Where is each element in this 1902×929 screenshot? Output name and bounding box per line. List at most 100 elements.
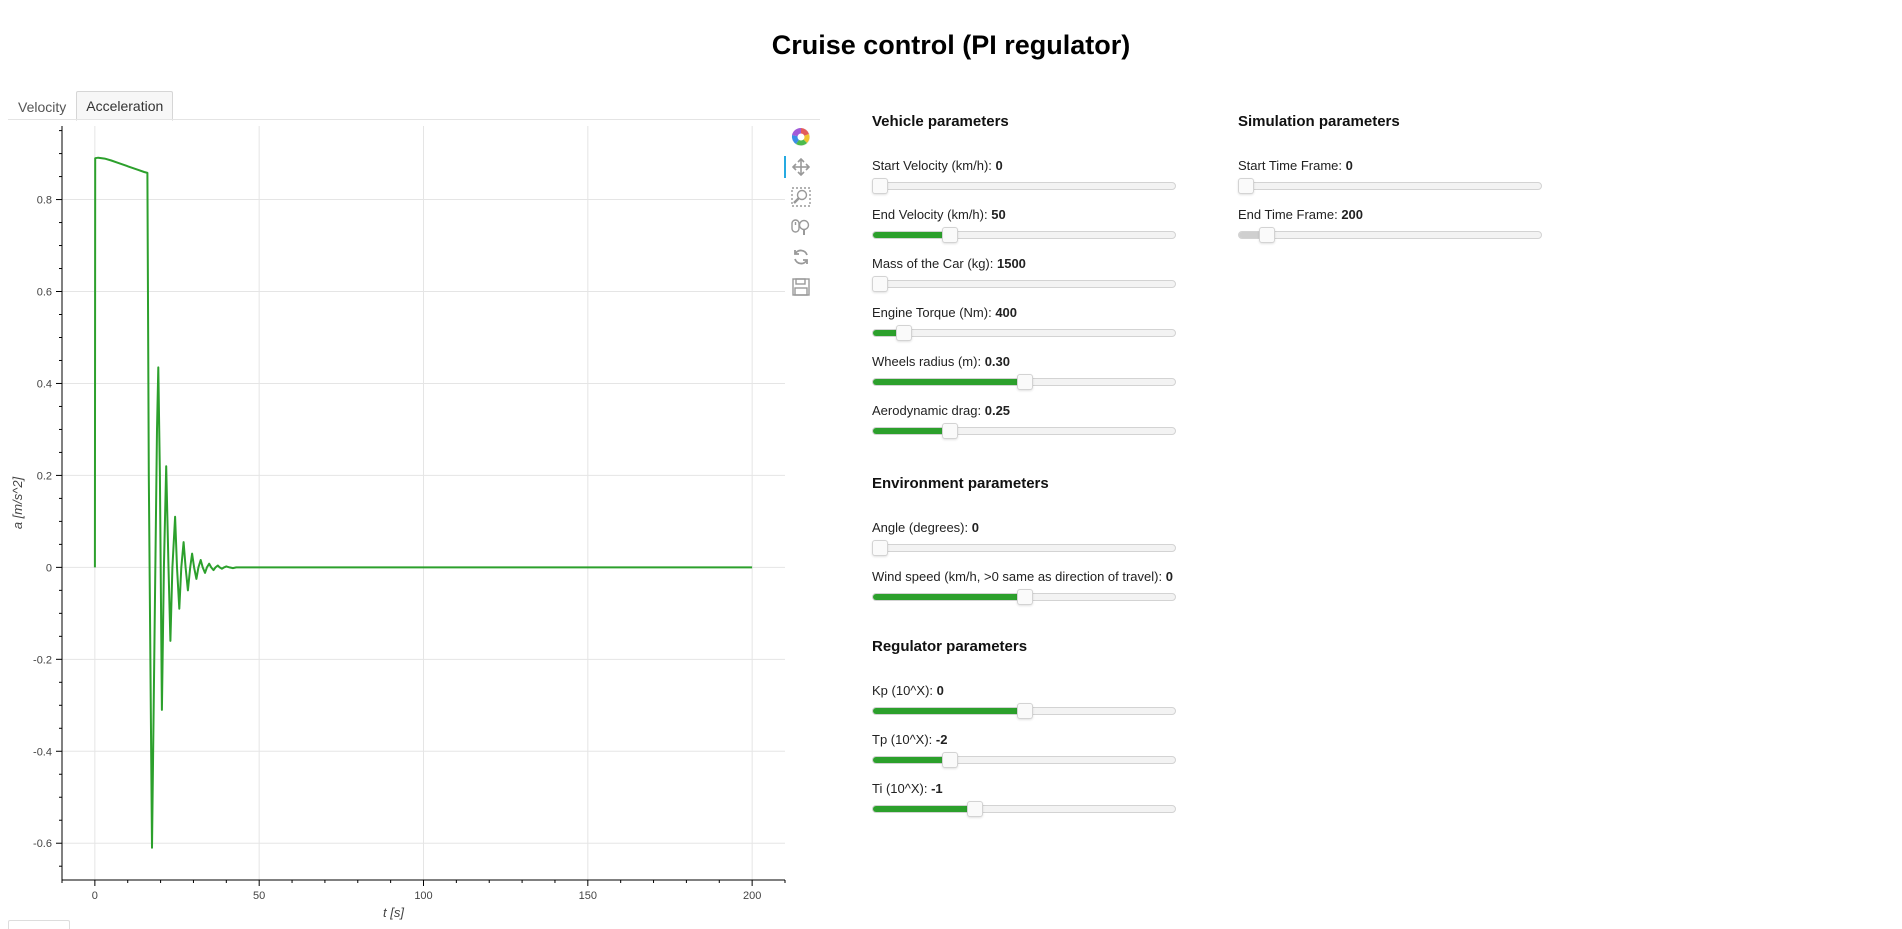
y-tick-label: -0.2 (33, 654, 52, 666)
slider-track[interactable] (872, 178, 1176, 194)
slider-label-text: Start Time Frame: (1238, 158, 1346, 173)
regulator-slider-1: Tp (10^X): -2 (872, 732, 1176, 781)
x-tick-label: 0 (92, 890, 98, 902)
y-tick-label: 0 (46, 562, 52, 574)
slider-fill (873, 379, 1024, 385)
pan-icon[interactable] (784, 152, 816, 182)
y-axis-label: a [m/s^2] (10, 476, 25, 529)
slider-track[interactable] (872, 374, 1176, 390)
slider-fill (873, 232, 949, 238)
slider-label: Mass of the Car (kg): 1500 (872, 256, 1026, 272)
acceleration-plot[interactable]: 0 50 100 150 200 -0.6 -0.4 -0.2 0 0.2 0.4 0.6 0.8 t [… (0, 122, 786, 922)
page-title: Cruise control (PI regulator) (771, 30, 1131, 60)
slider-value: -2 (935, 732, 948, 747)
slider-handle[interactable] (872, 276, 888, 292)
slider-label: End Velocity (km/h): 50 (872, 207, 1026, 223)
simulation-slider-0: Start Time Frame: 0 (1238, 158, 1542, 207)
slider-fill (873, 594, 1024, 600)
y-tick-label: 0.4 (37, 378, 52, 390)
regulator-parameters-panel: Regulator parameters Kp (10^X): 0 Tp (10^… (872, 637, 1176, 830)
y-tick-label: 0.6 (37, 287, 52, 299)
slider-value: 200 (1341, 207, 1364, 222)
slider-label: Tp (10^X): -2 (872, 732, 1027, 748)
slider-track[interactable] (872, 589, 1176, 605)
regulator-parameters-title: Regulator parameters (872, 638, 1028, 655)
environment-parameters-panel: Environment parameters Angle (degrees): … (872, 474, 1176, 618)
slider-label-text: Start Velocity (km/h): (872, 158, 996, 173)
environment-slider-1: Wind speed (km/h, >0 same as direction o… (872, 569, 1176, 618)
bokeh-logo-icon[interactable] (786, 122, 816, 152)
plot-tabs: Velocity Acceleration (8, 91, 174, 121)
slider-track[interactable] (872, 801, 1176, 817)
slider-track[interactable] (872, 703, 1176, 719)
slider-handle[interactable] (1017, 703, 1033, 719)
vehicle-parameters-title: Vehicle parameters (872, 113, 1009, 130)
x-tick-label: 150 (579, 890, 597, 902)
vehicle-slider-5: Aerodynamic drag: 0.25 (872, 403, 1176, 452)
slider-handle[interactable] (941, 423, 958, 439)
slider-label: Kp (10^X): 0 (872, 683, 1027, 699)
slider-fill (873, 757, 949, 763)
slider-label-text: Tp (10^X): (872, 732, 936, 747)
slider-label-text: Engine Torque (Nm): (872, 305, 996, 320)
slider-label: Aerodynamic drag: 0.25 (872, 403, 1026, 419)
slider-label-text: End Time Frame: (1238, 207, 1342, 222)
slider-track[interactable] (1238, 227, 1542, 243)
slider-value: 0 (995, 158, 1003, 173)
vehicle-slider-2: Mass of the Car (kg): 1500 (872, 256, 1176, 305)
slider-handle[interactable] (896, 325, 913, 341)
slider-value: 1500 (996, 256, 1026, 271)
slider-track[interactable] (872, 423, 1176, 439)
y-tick-label: 0.2 (37, 470, 52, 482)
environment-parameters-title: Environment parameters (872, 475, 1049, 492)
slider-handle[interactable] (1017, 589, 1033, 605)
reset-icon[interactable] (786, 242, 816, 272)
slider-fill (873, 708, 1024, 714)
vehicle-slider-4: Wheels radius (m): 0.30 (872, 354, 1176, 403)
box-zoom-icon[interactable] (786, 182, 816, 212)
slider-label-text: Kp (10^X): (872, 683, 937, 698)
tab-acceleration[interactable]: Acceleration (76, 91, 174, 121)
regulator-slider-2: Ti (10^X): -1 (872, 781, 1176, 830)
slider-handle[interactable] (872, 540, 888, 556)
slider-value: 50 (991, 207, 1006, 222)
environment-slider-0: Angle (degrees): 0 (872, 520, 1176, 569)
x-tick-label: 200 (743, 890, 761, 902)
slider-label: Ti (10^X): -1 (872, 781, 1027, 797)
slider-value: 0 (1345, 158, 1353, 173)
slider-handle[interactable] (941, 752, 958, 768)
x-axis-label: t [s] (383, 905, 404, 920)
slider-handle[interactable] (872, 178, 888, 194)
vehicle-slider-3: Engine Torque (Nm): 400 (872, 305, 1176, 354)
slider-label: Wheels radius (m): 0.30 (872, 354, 1026, 370)
slider-track[interactable] (872, 752, 1176, 768)
slider-value: 0.30 (984, 354, 1011, 369)
slider-label-text: Wind speed (km/h, >0 same as direction o… (872, 569, 1166, 584)
tab-divider (8, 119, 820, 120)
slider-handle[interactable] (1238, 178, 1254, 194)
slider-value: 0 (936, 683, 944, 698)
slider-track[interactable] (872, 540, 1176, 556)
vehicle-slider-0: Start Velocity (km/h): 0 (872, 158, 1176, 207)
slider-label-text: Ti (10^X): (872, 781, 932, 796)
slider-track[interactable] (1238, 178, 1542, 194)
slider-track[interactable] (872, 325, 1176, 341)
slider-track[interactable] (872, 276, 1176, 292)
slider-fill (873, 806, 974, 812)
slider-handle[interactable] (1017, 374, 1033, 390)
slider-label: Start Time Frame: 0 (1238, 158, 1400, 174)
wheel-zoom-icon[interactable] (786, 212, 816, 242)
slider-value: 0.25 (984, 403, 1011, 418)
slider-label-text: End Velocity (km/h): (872, 207, 992, 222)
tab-velocity[interactable]: Velocity (8, 92, 76, 121)
simulation-slider-1: End Time Frame: 200 (1238, 207, 1542, 256)
save-icon[interactable] (786, 272, 816, 302)
slider-track[interactable] (872, 227, 1176, 243)
slider-handle[interactable] (966, 801, 983, 817)
slider-value: -1 (931, 781, 943, 796)
slider-label-text: Angle (degrees): (872, 520, 972, 535)
slider-value: 0 (971, 520, 979, 535)
slider-value: 0 (1165, 569, 1173, 584)
slider-handle[interactable] (941, 227, 958, 243)
slider-handle[interactable] (1259, 227, 1276, 243)
